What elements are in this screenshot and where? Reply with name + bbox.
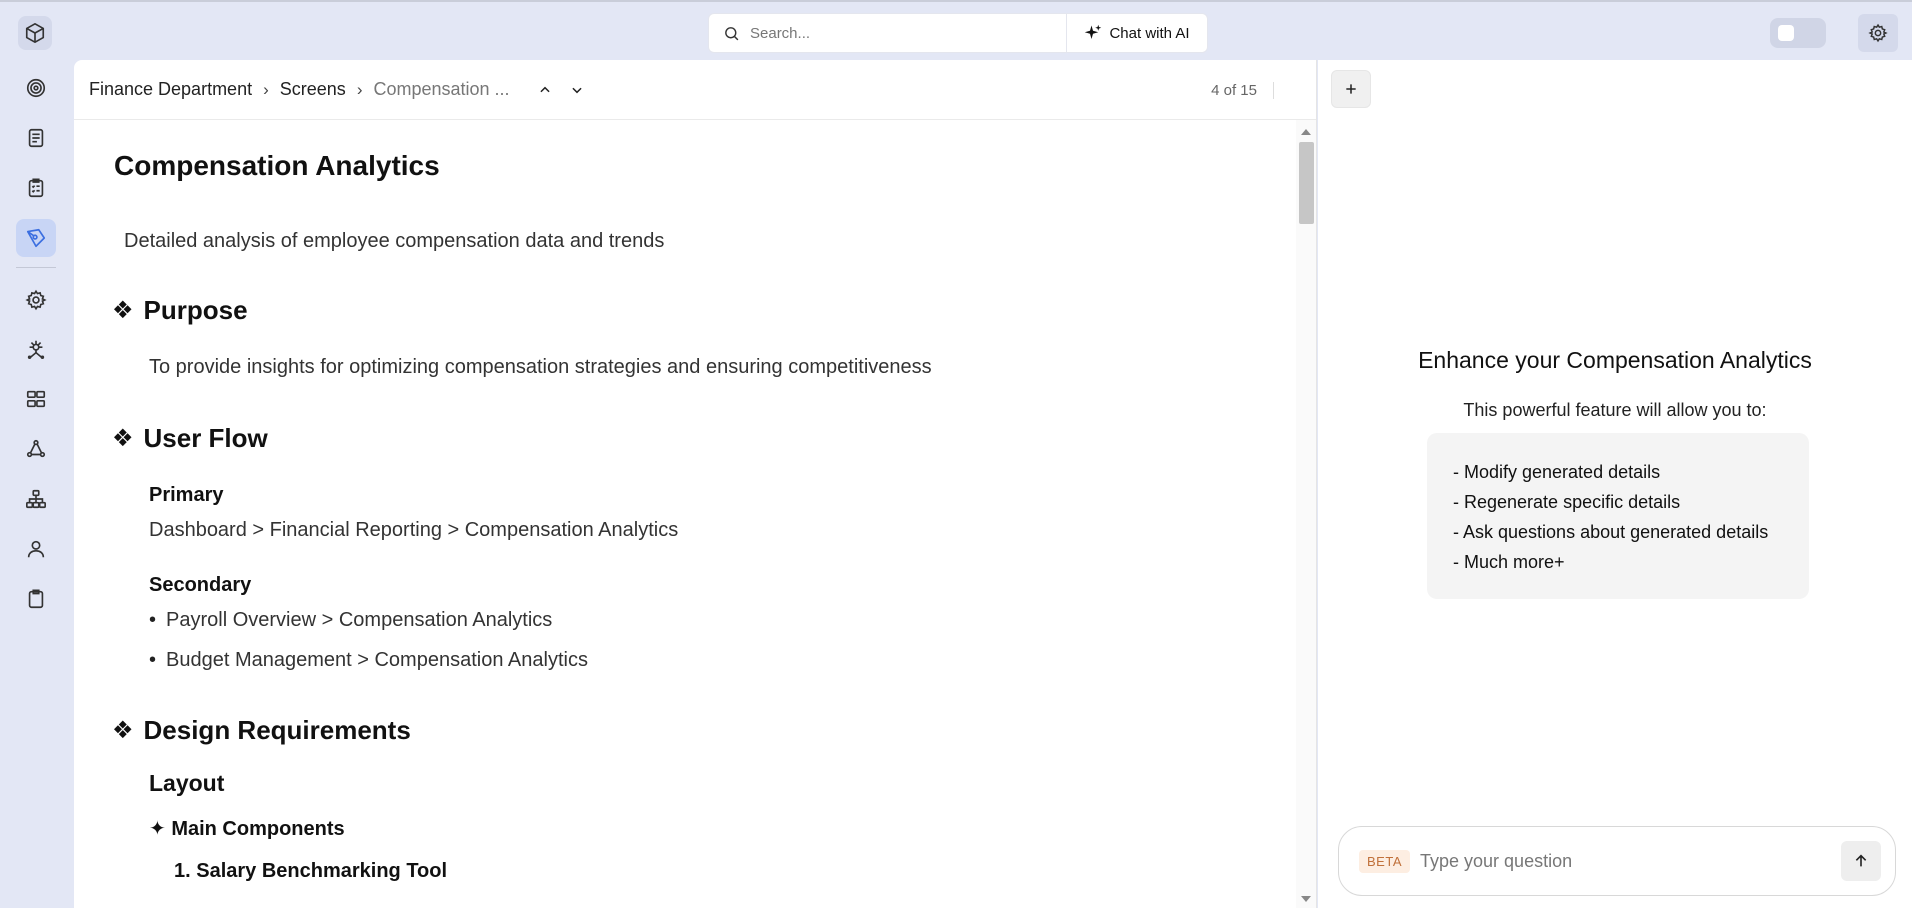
sidebar-item-clipboard[interactable]: [16, 580, 56, 618]
purpose-heading: ❖ Purpose: [112, 295, 248, 326]
sidebar-item-settings[interactable]: [16, 281, 56, 319]
page-description: Detailed analysis of employee compensati…: [124, 230, 665, 252]
diamond-icon: ❖: [112, 716, 134, 744]
screen-counter: 4 of 15: [1211, 82, 1274, 99]
chevron-up-icon: [539, 86, 550, 92]
sidebar-item-documents[interactable]: [16, 119, 56, 157]
previous-screen-button[interactable]: [536, 81, 554, 99]
clipboard-icon: [28, 589, 44, 609]
secondary-label: Secondary: [149, 574, 252, 596]
flow-icon: [26, 439, 46, 458]
beta-badge: BETA: [1359, 849, 1410, 873]
scroll-down-arrow[interactable]: [1301, 896, 1311, 902]
cube-icon: [25, 23, 45, 43]
top-bar: Chat with AI: [0, 0, 1912, 60]
sidebar: [0, 60, 72, 908]
user-icon: [27, 540, 45, 558]
diamond-icon: ❖: [112, 424, 134, 452]
send-button[interactable]: [1841, 841, 1881, 881]
sparkle-icon: [1085, 24, 1102, 39]
checklist-icon: [28, 178, 44, 198]
plus-icon: [1346, 84, 1356, 94]
purpose-text: To provide insights for optimizing compe…: [149, 356, 932, 378]
sidebar-item-integrations[interactable]: [16, 330, 56, 368]
content-scrollbar[interactable]: [1296, 120, 1316, 908]
sidebar-item-flow[interactable]: [16, 430, 56, 468]
breadcrumb-separator: ›: [356, 79, 363, 99]
sidebar-item-components[interactable]: [16, 380, 56, 418]
scrollbar-thumb[interactable]: [1299, 142, 1314, 224]
sidebar-item-checklist[interactable]: [16, 169, 56, 207]
document-icon: [28, 128, 44, 148]
sidebar-divider: [16, 267, 56, 268]
integration-icon: [27, 340, 45, 359]
breadcrumb-item-screens[interactable]: Screens: [280, 79, 346, 100]
userflow-heading-text: User Flow: [143, 423, 268, 453]
purpose-heading-text: Purpose: [143, 295, 248, 325]
design-heading-text: Design Requirements: [143, 715, 411, 745]
arrow-up-icon: [1855, 854, 1867, 867]
breadcrumb-separator: ›: [263, 79, 269, 99]
chevron-down-icon: [571, 87, 582, 93]
primary-label: Primary: [149, 484, 224, 506]
feature-item: - Regenerate specific details: [1453, 492, 1681, 512]
chat-with-ai-label: Chat with AI: [1109, 24, 1190, 42]
chat-with-ai-button[interactable]: Chat with AI: [1066, 14, 1207, 52]
document-content: Compensation Analytics Detailed analysis…: [74, 120, 1295, 908]
secondary-flow-item: Budget Management > Compensation Analyti…: [149, 649, 588, 672]
layout-heading: Layout: [149, 770, 225, 796]
add-button[interactable]: [1331, 70, 1371, 108]
search-input[interactable]: [750, 24, 1050, 42]
design-heading: ❖ Design Requirements: [112, 715, 411, 746]
page-title: Compensation Analytics: [114, 150, 440, 181]
breadcrumb: Finance Department › Screens › Compensat…: [74, 60, 1316, 120]
components-icon: [26, 390, 46, 408]
next-screen-button[interactable]: [568, 81, 586, 99]
main-panel: Finance Department › Screens › Compensat…: [74, 60, 1317, 908]
secondary-flow-item: Payroll Overview > Compensation Analytic…: [149, 609, 552, 632]
settings-icon: [25, 289, 47, 311]
feature-item: - Much more+: [1453, 552, 1565, 572]
gear-icon: [1868, 23, 1888, 43]
pen-tool-icon: [26, 228, 46, 248]
sidebar-item-design[interactable]: [16, 219, 56, 257]
theme-toggle[interactable]: [1770, 18, 1826, 48]
assistant-subtitle: This powerful feature will allow you to:: [1463, 400, 1767, 420]
feature-item: - Modify generated details: [1453, 462, 1661, 482]
search-icon: [723, 25, 740, 42]
assistant-panel: Enhance your Compensation Analytics This…: [1318, 60, 1912, 908]
feature-item: - Ask questions about generated details: [1453, 522, 1769, 542]
userflow-heading: ❖ User Flow: [112, 423, 268, 454]
primary-flow: Dashboard > Financial Reporting > Compen…: [149, 519, 679, 541]
breadcrumb-item-department[interactable]: Finance Department: [89, 79, 252, 100]
salary-tool-heading: 1. Salary Benchmarking Tool: [174, 860, 448, 882]
scroll-up-arrow[interactable]: [1301, 129, 1311, 135]
app-logo[interactable]: [18, 16, 52, 50]
question-input[interactable]: [1420, 850, 1800, 872]
settings-button[interactable]: [1858, 14, 1898, 52]
target-icon: [26, 78, 46, 98]
sidebar-item-users[interactable]: [16, 530, 56, 568]
main-components-heading: ✦ Main Components: [149, 818, 345, 840]
assistant-title: Enhance your Compensation Analytics: [1418, 347, 1812, 373]
diamond-icon: ❖: [112, 296, 134, 324]
feature-list: - Modify generated details - Regenerate …: [1427, 433, 1809, 599]
search-bar[interactable]: Chat with AI: [708, 13, 1208, 53]
toggle-knob: [1778, 25, 1794, 41]
question-box: BETA: [1338, 826, 1896, 896]
hierarchy-icon: [26, 489, 46, 509]
breadcrumb-item-current: Compensation ...: [373, 79, 510, 99]
sidebar-item-target[interactable]: [16, 69, 56, 107]
sidebar-item-hierarchy[interactable]: [16, 480, 56, 518]
